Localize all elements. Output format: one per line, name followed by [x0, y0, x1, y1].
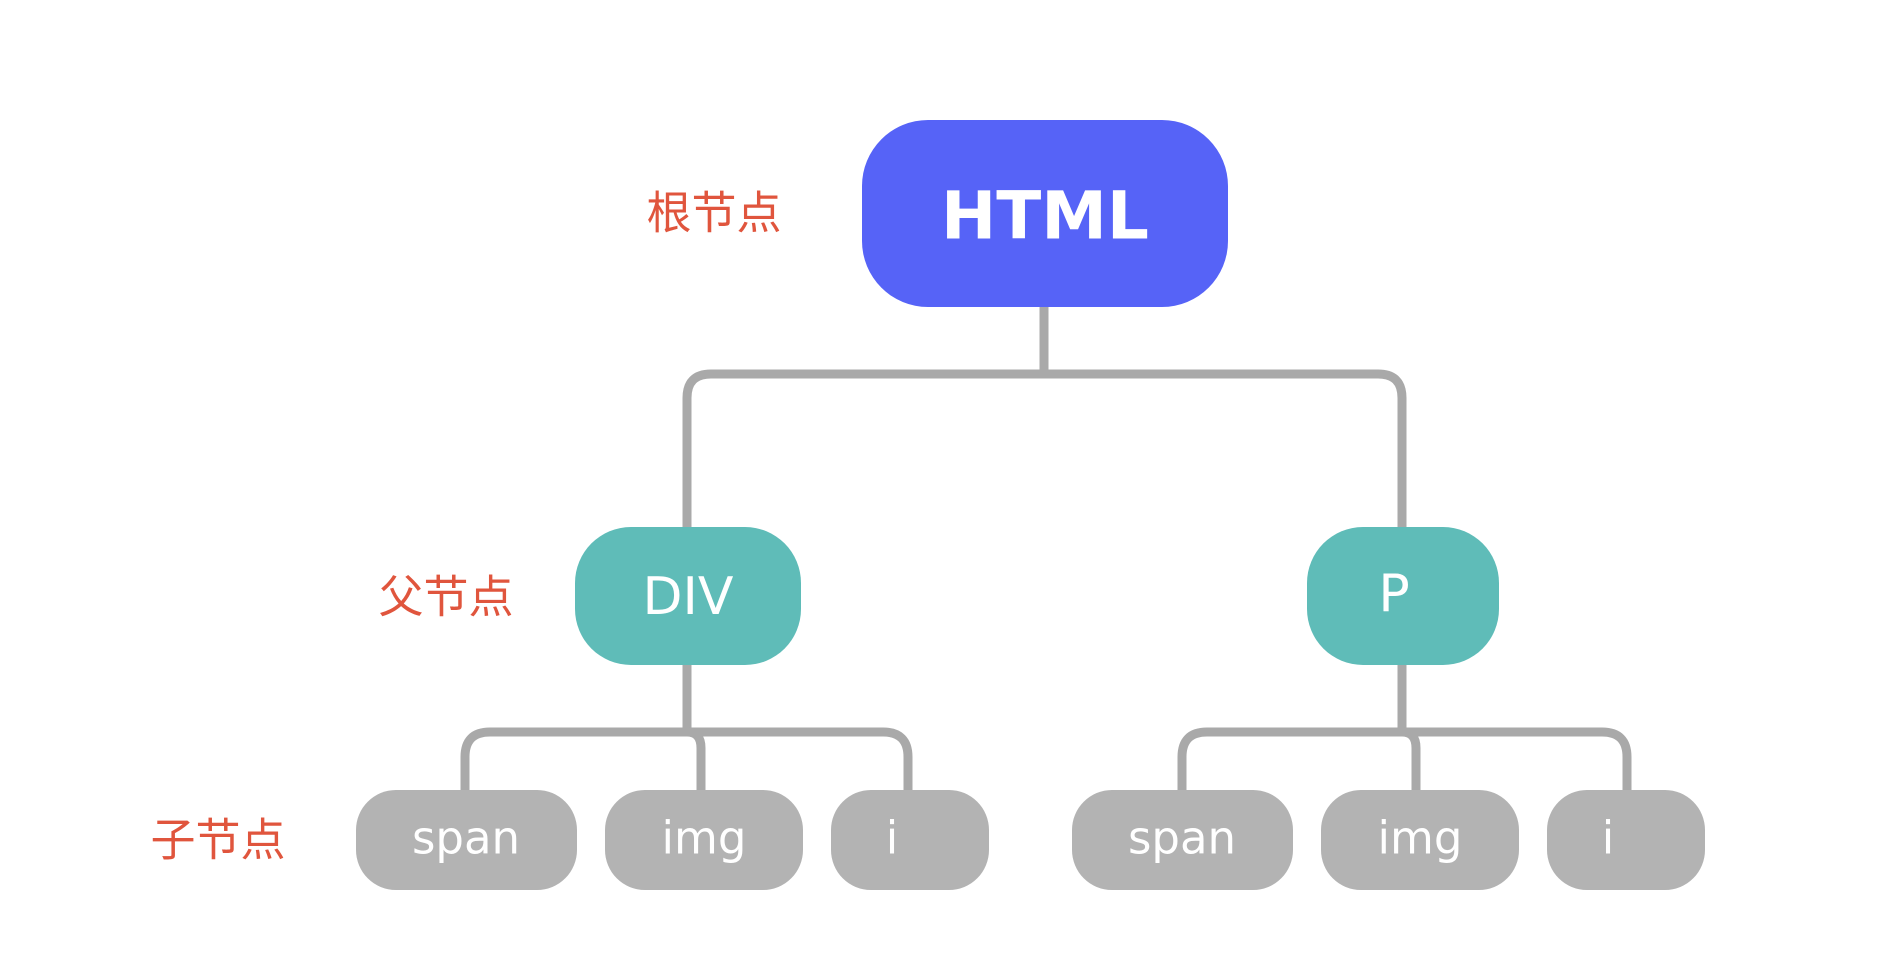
- node-child-box: [831, 790, 989, 890]
- level-label-parent: 父节点: [378, 571, 513, 624]
- connector-div-middle: [686, 727, 706, 790]
- node-child-label: span: [1128, 812, 1236, 865]
- dom-tree-diagram: 根节点 父节点 子节点 HTML DIV P span img i span i…: [150, 120, 1705, 890]
- node-parent-p: P: [1307, 527, 1499, 665]
- node-root-html: HTML: [862, 120, 1228, 307]
- node-child-p-img: img: [1321, 790, 1519, 890]
- node-child-label: i: [1602, 812, 1615, 865]
- node-child-label: span: [412, 812, 520, 865]
- node-div-label: DIV: [643, 567, 734, 627]
- connector-div-bus: [460, 727, 913, 790]
- node-child-p-span: span: [1072, 790, 1293, 890]
- connector-p-middle: [1401, 727, 1421, 790]
- node-child-div-img: img: [605, 790, 803, 890]
- node-child-p-i: i: [1547, 790, 1705, 890]
- node-child-label: img: [662, 812, 747, 865]
- node-child-label: i: [886, 812, 899, 865]
- connector-p-bus: [1177, 727, 1632, 790]
- node-child-div-i: i: [831, 790, 989, 890]
- connector-level1-bus: [682, 369, 1407, 529]
- level-label-root: 根节点: [646, 187, 781, 240]
- node-root-label: HTML: [941, 178, 1149, 255]
- node-child-box: [1547, 790, 1705, 890]
- node-p-label: P: [1378, 564, 1409, 624]
- node-child-div-span: span: [356, 790, 577, 890]
- level-label-child: 子节点: [150, 814, 285, 867]
- node-parent-div: DIV: [575, 527, 801, 665]
- node-child-label: img: [1378, 812, 1463, 865]
